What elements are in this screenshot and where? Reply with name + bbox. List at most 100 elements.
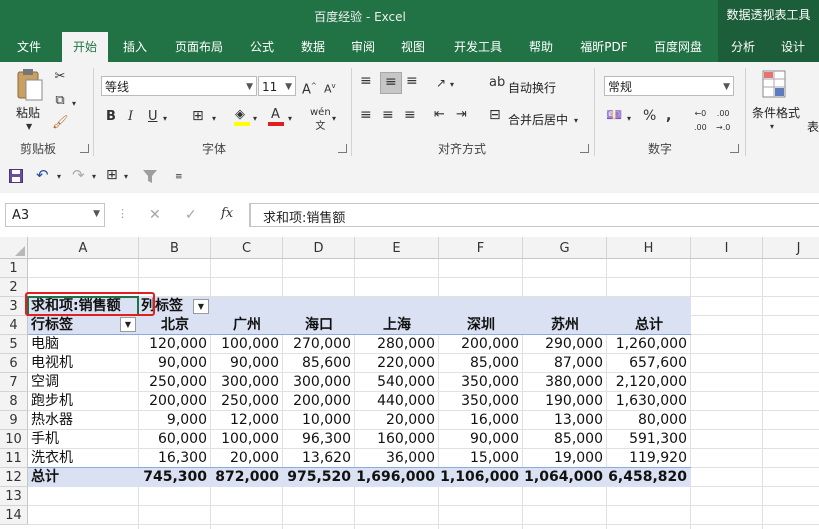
cond-format-dropdown-icon[interactable]: ▾ bbox=[770, 120, 774, 134]
pivot-grand-total-label[interactable]: 总计 bbox=[31, 468, 137, 487]
pivot-value-cell[interactable]: 12,000 bbox=[211, 411, 279, 430]
row-header[interactable]: 13 bbox=[0, 487, 28, 506]
pivot-column-header[interactable]: 上海 bbox=[355, 316, 439, 335]
align-center-icon[interactable]: ≡ bbox=[382, 108, 394, 122]
number-launcher-icon[interactable] bbox=[730, 144, 739, 153]
increase-indent-icon[interactable]: ⇥ bbox=[456, 108, 467, 122]
align-middle-button[interactable]: ≡ bbox=[380, 72, 402, 94]
formula-input[interactable]: 求和项:销售额 bbox=[250, 203, 819, 227]
filter-icon[interactable] bbox=[142, 169, 158, 184]
alignment-launcher-icon[interactable] bbox=[580, 144, 589, 153]
tab-developer[interactable]: 开发工具 bbox=[444, 32, 512, 62]
merge-center-button[interactable]: 合并后居中 bbox=[508, 111, 568, 128]
pivot-value-cell[interactable]: 85,000 bbox=[439, 354, 519, 373]
align-bottom-icon[interactable]: ≡ bbox=[406, 74, 418, 88]
row-header[interactable]: 10 bbox=[0, 430, 28, 449]
pivot-row-labels-cell[interactable]: 行标签 bbox=[31, 316, 121, 335]
pivot-value-cell[interactable]: 9,000 bbox=[139, 411, 207, 430]
pivot-value-cell[interactable]: 1,260,000 bbox=[607, 335, 687, 354]
pivot-row-label[interactable]: 电脑 bbox=[31, 335, 137, 354]
phonetic-icon[interactable]: wén 文 bbox=[310, 106, 331, 134]
pivot-column-header[interactable]: 深圳 bbox=[439, 316, 523, 335]
pivot-value-cell[interactable]: 190,000 bbox=[523, 392, 603, 411]
form-dropdown-icon[interactable]: ▾ bbox=[124, 170, 128, 184]
pivot-column-header[interactable]: 海口 bbox=[283, 316, 355, 335]
tab-page-layout[interactable]: 页面布局 bbox=[164, 32, 234, 62]
pivot-value-cell[interactable]: 15,000 bbox=[439, 449, 519, 468]
pivot-column-header[interactable]: 总计 bbox=[607, 316, 691, 335]
column-header[interactable]: H bbox=[607, 237, 691, 259]
pivot-column-header[interactable]: 广州 bbox=[211, 316, 283, 335]
comma-style-icon[interactable]: , bbox=[666, 109, 671, 123]
pivot-value-cell[interactable]: 270,000 bbox=[283, 335, 351, 354]
row-header[interactable]: 12 bbox=[0, 468, 28, 487]
tab-design[interactable]: 设计 bbox=[770, 32, 816, 62]
save-icon[interactable] bbox=[9, 169, 23, 183]
pivot-value-cell[interactable]: 290,000 bbox=[523, 335, 603, 354]
pivot-value-cell[interactable]: 16,000 bbox=[439, 411, 519, 430]
pivot-value-cell[interactable]: 36,000 bbox=[355, 449, 435, 468]
redo-icon[interactable]: ↷ bbox=[72, 168, 85, 183]
increase-decimal-icon[interactable]: ←0.00 bbox=[694, 107, 707, 135]
column-header[interactable]: E bbox=[355, 237, 439, 259]
tab-analyze[interactable]: 分析 bbox=[720, 32, 766, 62]
paste-label[interactable]: 粘贴 bbox=[16, 104, 40, 121]
pivot-value-cell[interactable]: 100,000 bbox=[211, 335, 279, 354]
column-header[interactable]: D bbox=[283, 237, 355, 259]
align-right-icon[interactable]: ≡ bbox=[404, 108, 416, 122]
pivot-value-cell[interactable]: 85,000 bbox=[523, 430, 603, 449]
tab-foxit-pdf[interactable]: 福昕PDF bbox=[572, 32, 636, 62]
tab-home[interactable]: 开始 bbox=[62, 32, 108, 62]
conditional-format-button[interactable] bbox=[762, 70, 786, 100]
pivot-value-cell[interactable]: 300,000 bbox=[211, 373, 279, 392]
align-top-icon[interactable]: ≡ bbox=[360, 74, 372, 88]
pivot-value-cell[interactable]: 100,000 bbox=[211, 430, 279, 449]
row-header[interactable]: 14 bbox=[0, 506, 28, 525]
pivot-grand-total-cell[interactable]: 1,106,000 bbox=[439, 468, 519, 487]
column-header[interactable]: F bbox=[439, 237, 523, 259]
tab-data[interactable]: 数据 bbox=[290, 32, 336, 62]
pivot-value-cell[interactable]: 96,300 bbox=[283, 430, 351, 449]
pivot-value-cell[interactable]: 657,600 bbox=[607, 354, 687, 373]
underline-dropdown-icon[interactable]: ▾ bbox=[163, 112, 167, 126]
orientation-dropdown-icon[interactable]: ▾ bbox=[450, 78, 454, 92]
tab-view[interactable]: 视图 bbox=[390, 32, 436, 62]
column-header[interactable]: A bbox=[28, 237, 139, 259]
row-header[interactable]: 5 bbox=[0, 335, 28, 354]
tab-insert[interactable]: 插入 bbox=[112, 32, 158, 62]
pivot-grand-total-cell[interactable]: 975,520 bbox=[283, 468, 351, 487]
pivot-value-cell[interactable]: 20,000 bbox=[211, 449, 279, 468]
underline-icon[interactable]: U bbox=[148, 110, 158, 124]
pivot-value-cell[interactable]: 90,000 bbox=[139, 354, 207, 373]
orientation-icon[interactable]: ↗ bbox=[436, 76, 446, 90]
pivot-row-label[interactable]: 跑步机 bbox=[31, 392, 137, 411]
row-header[interactable]: 6 bbox=[0, 354, 28, 373]
font-color-dropdown-icon[interactable]: ▾ bbox=[288, 112, 292, 126]
row-header[interactable]: 11 bbox=[0, 449, 28, 468]
border-icon[interactable]: ⊞ bbox=[192, 109, 204, 123]
undo-dropdown-icon[interactable]: ▾ bbox=[57, 170, 61, 184]
fill-dropdown-icon[interactable]: ▾ bbox=[253, 112, 257, 126]
pivot-value-cell[interactable]: 90,000 bbox=[439, 430, 519, 449]
pivot-value-cell[interactable]: 20,000 bbox=[355, 411, 435, 430]
border-dropdown-icon[interactable]: ▾ bbox=[212, 112, 216, 126]
customize-qat-icon[interactable]: ≡ bbox=[175, 170, 183, 184]
row-header[interactable]: 9 bbox=[0, 411, 28, 430]
redo-dropdown-icon[interactable]: ▾ bbox=[92, 170, 96, 184]
pivot-value-cell[interactable]: 380,000 bbox=[523, 373, 603, 392]
fill-color-button[interactable]: ◈ bbox=[234, 108, 250, 126]
pivot-row-label[interactable]: 电视机 bbox=[31, 354, 137, 373]
pivot-value-cell[interactable]: 440,000 bbox=[355, 392, 435, 411]
worksheet-grid[interactable]: ABCDEFGHIJ 1 2 3 4 5 6 7 8 9 10 11 12 13 14 求和项:销售额 列标… bbox=[0, 237, 819, 529]
pivot-value-cell[interactable]: 540,000 bbox=[355, 373, 435, 392]
tab-file[interactable]: 文件 bbox=[6, 32, 52, 62]
pivot-value-cell[interactable]: 119,920 bbox=[607, 449, 687, 468]
undo-icon[interactable]: ↶ bbox=[36, 168, 49, 183]
pivot-value-cell[interactable]: 160,000 bbox=[355, 430, 435, 449]
pivot-value-cell[interactable]: 1,630,000 bbox=[607, 392, 687, 411]
align-left-icon[interactable]: ≡ bbox=[360, 108, 372, 122]
font-size-select[interactable]: 11 ▼ bbox=[258, 76, 296, 96]
pivot-value-cell[interactable]: 2,120,000 bbox=[607, 373, 687, 392]
pivot-value-cell[interactable]: 60,000 bbox=[139, 430, 207, 449]
pivot-grand-total-cell[interactable]: 872,000 bbox=[211, 468, 279, 487]
